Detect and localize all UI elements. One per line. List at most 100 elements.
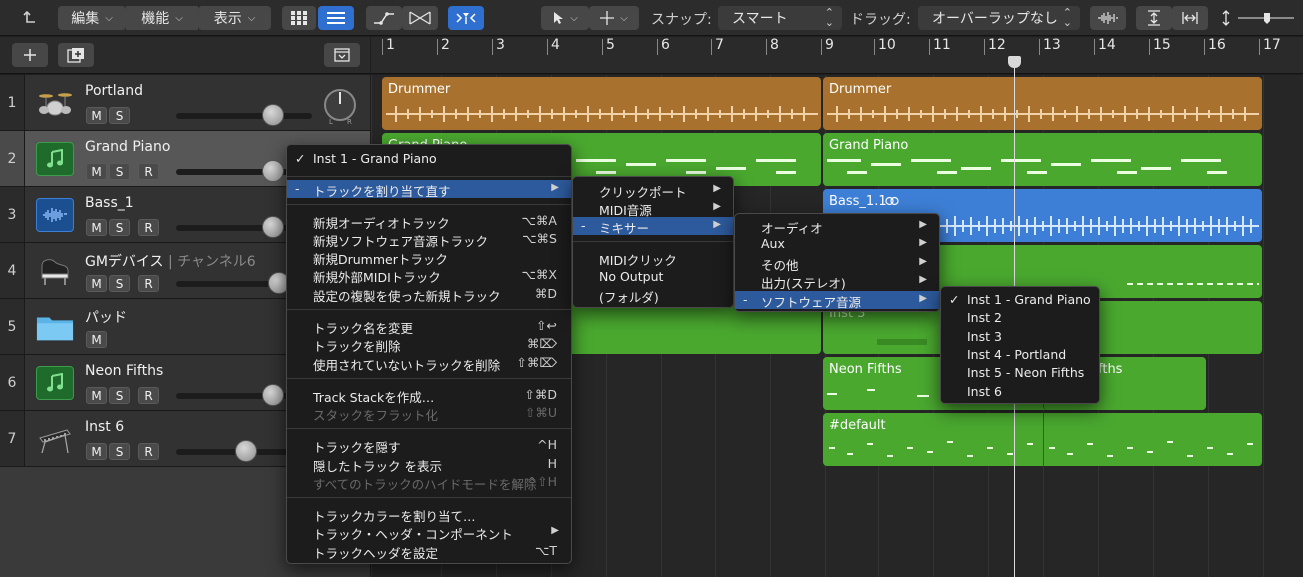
menu-item-current-instrument[interactable]: ✓ Inst 1 - Grand Piano xyxy=(287,150,571,168)
volume-fader-knob[interactable] xyxy=(262,160,284,182)
submenu-item-midi-click[interactable]: MIDIクリック xyxy=(573,249,733,268)
ruler-bar-number: 6 xyxy=(657,37,670,55)
mute-button[interactable]: M xyxy=(86,331,107,348)
bar-ruler[interactable]: 1 2 3 4 5 6 7 8 9 10 11 12 13 14 15 16 1… xyxy=(371,37,1303,74)
catch-playhead-icon[interactable] xyxy=(448,6,484,30)
back-arrow-icon[interactable] xyxy=(12,6,48,30)
crosshair-tool-icon[interactable]: ⌵ xyxy=(589,6,639,30)
edit-menu-button[interactable]: 編集 ⌵ xyxy=(58,6,126,30)
submenu-item-audio[interactable]: オーディオ ▶ xyxy=(735,217,939,236)
menu-item-show-hidden-tracks[interactable]: 隠したトラック を表示 H xyxy=(287,455,571,474)
automation-curve-icon[interactable] xyxy=(366,6,402,30)
track-name-main: GMデバイス xyxy=(85,254,164,270)
menu-item-new-drummer-track[interactable]: 新規Drummerトラック xyxy=(287,248,571,267)
submenu-item-inst-2[interactable]: Inst 2 xyxy=(941,309,1099,327)
submenu-item-midi-instruments[interactable]: MIDI音源 ▶ xyxy=(573,199,733,218)
pan-knob[interactable] xyxy=(324,89,356,121)
volume-fader-knob[interactable] xyxy=(262,384,284,406)
flex-icon[interactable] xyxy=(402,6,438,30)
menu-item-rename-track[interactable]: トラック名を変更 ⇧↩ xyxy=(287,317,571,336)
submenu-item-output-stereo[interactable]: 出力(ステレオ) ▶ xyxy=(735,272,939,291)
menu-item-create-track-stack[interactable]: Track Stackを作成… ⇧⌘D xyxy=(287,386,571,405)
list-view-icon[interactable] xyxy=(318,6,354,30)
submenu-item-mixer[interactable]: - ミキサー ▶ xyxy=(573,217,733,236)
solo-button[interactable]: S xyxy=(109,163,130,180)
mute-button[interactable]: M xyxy=(86,387,107,404)
menu-item-track-header-components[interactable]: トラック・ヘッダ・コンポーネント ▶ xyxy=(287,523,571,542)
mute-button[interactable]: M xyxy=(86,219,107,236)
submenu-item-inst-5[interactable]: Inst 5 - Neon Fifths xyxy=(941,364,1099,382)
submenu-arrow-icon: ▶ xyxy=(919,274,927,285)
playhead-handle[interactable] xyxy=(1008,56,1021,68)
piano-region[interactable]: Grand Piano xyxy=(823,133,1262,186)
record-enable-button[interactable]: R xyxy=(138,443,159,460)
volume-fader-knob[interactable] xyxy=(262,104,284,126)
functions-menu-button[interactable]: 機能 ⌵ xyxy=(126,6,198,30)
menu-item-new-audio-track[interactable]: 新規オーディオトラック ⌥⌘A xyxy=(287,212,571,231)
submenu-item-folder[interactable]: (フォルダ) xyxy=(573,286,733,305)
submenu-item-aux[interactable]: Aux ▶ xyxy=(735,235,939,253)
region-name: Neon Fifths xyxy=(829,362,902,377)
submenu-item-other[interactable]: その他 ▶ xyxy=(735,254,939,273)
menu-item-new-software-instrument-track[interactable]: 新規ソフトウェア音源トラック ⌥⌘S xyxy=(287,230,571,249)
drag-select[interactable]: オーバーラップなし ⌃ ⌄ xyxy=(918,6,1080,30)
volume-fader-knob[interactable] xyxy=(262,216,284,238)
menu-item-label: トラックヘッダを設定 xyxy=(313,546,439,561)
solo-button[interactable]: S xyxy=(109,219,130,236)
track-name[interactable]: GMデバイス | チャンネル6 xyxy=(85,251,256,271)
solo-button[interactable]: S xyxy=(109,387,130,404)
submenu-item-no-output[interactable]: No Output xyxy=(573,268,733,286)
track-name[interactable]: Portland xyxy=(85,83,143,99)
menu-item-delete-track[interactable]: トラックを削除 ⌘⌦ xyxy=(287,335,571,354)
view-menu-button[interactable]: 表示 ⌵ xyxy=(198,6,271,30)
submenu-item-click-port[interactable]: クリックポート ▶ xyxy=(573,181,733,200)
mute-button[interactable]: M xyxy=(86,275,107,292)
track-name[interactable]: パッド xyxy=(85,307,127,327)
menu-item-configure-track-header[interactable]: トラックヘッダを設定 ⌥T xyxy=(287,542,571,561)
menu-item-delete-unused-tracks[interactable]: 使用されていないトラックを削除 ⇧⌘⌦ xyxy=(287,354,571,373)
add-track-button[interactable] xyxy=(12,43,48,67)
submenu-item-inst-6[interactable]: Inst 6 xyxy=(941,383,1099,401)
ruler-bar-number: 17 xyxy=(1259,37,1281,55)
record-enable-button[interactable]: R xyxy=(138,387,159,404)
track-name[interactable]: Grand Piano xyxy=(85,139,170,155)
mute-button[interactable]: M xyxy=(86,107,107,124)
solo-button[interactable]: S xyxy=(109,443,130,460)
solo-button[interactable]: S xyxy=(109,107,130,124)
drummer-region[interactable]: Drummer xyxy=(823,77,1262,130)
grid-view-icon[interactable] xyxy=(282,6,316,30)
record-enable-button[interactable]: R xyxy=(138,219,159,236)
menu-item-hide-track[interactable]: トラックを隠す ^H xyxy=(287,436,571,455)
record-enable-button[interactable]: R xyxy=(138,163,159,180)
global-tracks-icon[interactable] xyxy=(324,43,360,67)
track-name[interactable]: Bass_1 xyxy=(85,195,134,211)
horizontal-fit-icon[interactable] xyxy=(1172,6,1208,30)
submenu-item-inst-3[interactable]: Inst 3 xyxy=(941,328,1099,346)
menu-item-reassign-track[interactable]: - トラックを割り当て直す ▶ xyxy=(287,180,571,199)
vertical-fit-icon[interactable] xyxy=(1136,6,1172,30)
menu-item-new-external-midi-track[interactable]: 新規外部MIDIトラック ⌥⌘X xyxy=(287,266,571,285)
vertical-zoom-slider[interactable] xyxy=(1218,6,1298,30)
submenu-item-inst-1[interactable]: ✓ Inst 1 - Grand Piano xyxy=(941,291,1099,309)
duplicate-track-icon[interactable] xyxy=(58,43,94,67)
menu-shortcut: H xyxy=(547,456,557,471)
submenu-arrow-icon: ▶ xyxy=(919,293,927,304)
record-enable-button[interactable]: R xyxy=(138,275,159,292)
mute-button[interactable]: M xyxy=(86,163,107,180)
track-name[interactable]: Inst 6 xyxy=(85,419,124,435)
pointer-tool-icon[interactable]: ⌵ xyxy=(541,6,589,30)
drummer-region[interactable]: Drummer xyxy=(382,77,821,130)
volume-fader-knob[interactable] xyxy=(235,440,257,462)
mute-button[interactable]: M xyxy=(86,443,107,460)
midi-note-block xyxy=(877,339,927,345)
solo-button[interactable]: S xyxy=(109,275,130,292)
menu-item-new-track-duplicate[interactable]: 設定の複製を使った新規トラック ⌘D xyxy=(287,285,571,304)
track-name[interactable]: Neon Fifths xyxy=(85,363,163,379)
submenu-item-inst-4[interactable]: Inst 4 - Portland xyxy=(941,346,1099,364)
submenu-item-software-instrument[interactable]: - ソフトウェア音源 ▶ xyxy=(735,291,939,310)
menu-item-assign-track-color[interactable]: トラックカラーを割り当て… xyxy=(287,505,571,524)
track-row[interactable]: 1 Portland M S L R xyxy=(0,75,370,131)
waveform-zoom-icon[interactable] xyxy=(1090,6,1126,30)
volume-fader[interactable] xyxy=(176,113,312,119)
snap-select[interactable]: スマート ⌃ ⌄ xyxy=(718,6,842,30)
